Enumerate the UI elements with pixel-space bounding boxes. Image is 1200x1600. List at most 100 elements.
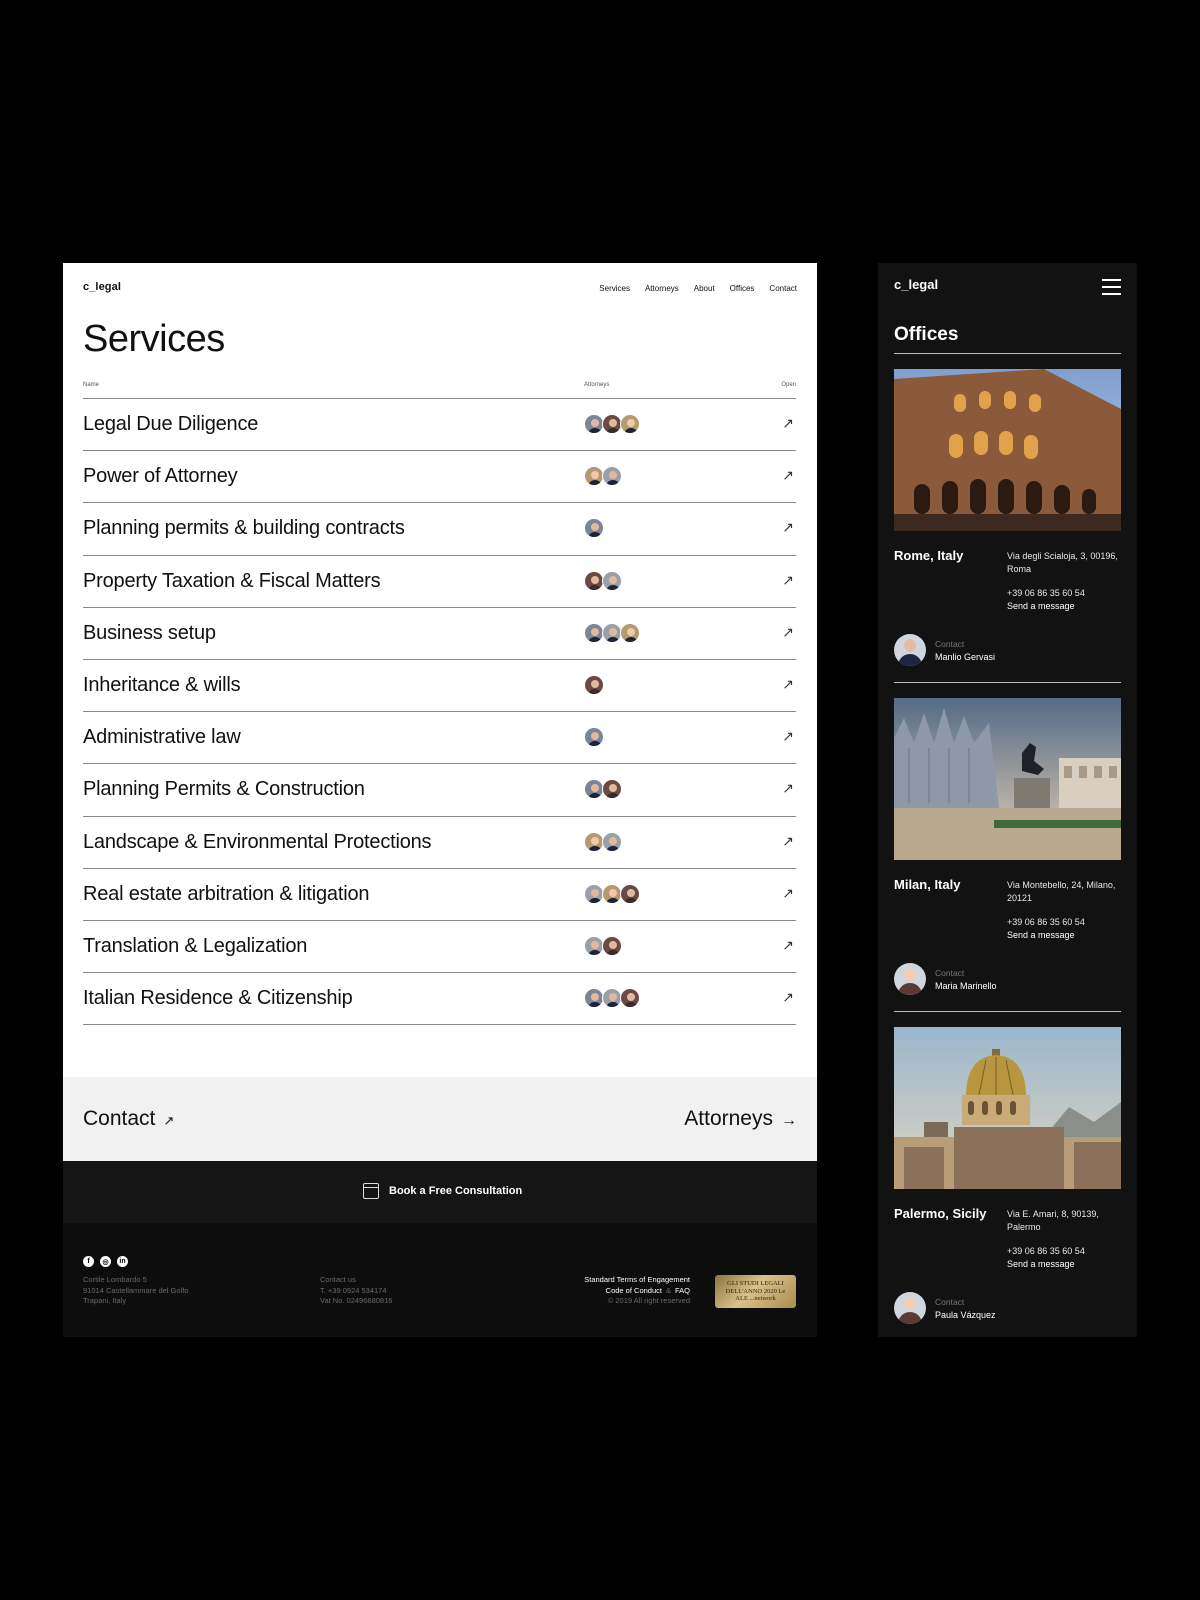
service-row[interactable]: Business setup ↗ [83,608,796,660]
service-row[interactable]: Property Taxation & Fiscal Matters ↗ [83,556,796,608]
arrow-up-right-icon[interactable]: ↗ [782,415,794,432]
attorney-avatar[interactable] [584,988,604,1009]
attorney-avatar[interactable] [584,674,604,695]
logo[interactable]: c_legal [83,281,121,293]
contact-us-link[interactable]: Contact us [320,1275,392,1286]
book-consultation-button[interactable]: Book a Free Consultation [363,1183,522,1199]
service-row[interactable]: Power of Attorney ↗ [83,451,796,504]
send-message-link[interactable]: Send a message [1007,601,1075,611]
contact-link-label: Contact [83,1107,156,1130]
arrow-up-right-icon[interactable]: ↗ [782,780,794,797]
service-row[interactable]: Landscape & Environmental Protections ↗ [83,817,796,869]
service-title[interactable]: Administrative law [83,726,241,749]
attorney-avatar[interactable] [602,883,622,904]
attorney-avatars [584,518,604,539]
footer-contact: Contact us T. +39 0924 534174 Vat No. 02… [320,1275,392,1307]
attorney-avatar[interactable] [584,570,604,591]
arrow-up-right-icon[interactable]: ↗ [782,572,794,589]
attorney-avatar[interactable] [602,935,622,956]
attorney-avatar[interactable] [602,570,622,591]
attorney-avatars [584,622,640,643]
faq-link[interactable]: FAQ [675,1286,690,1295]
service-title[interactable]: Italian Residence & Citizenship [83,987,353,1010]
divider [894,682,1121,683]
service-title[interactable]: Inheritance & wills [83,674,241,697]
arrow-up-right-icon[interactable]: ↗ [782,885,794,902]
service-title[interactable]: Planning permits & building contracts [83,517,405,540]
office-phone[interactable]: +39 06 86 35 60 54 [1007,917,1085,927]
arrow-up-right-icon[interactable]: ↗ [782,467,794,484]
attorney-avatar[interactable] [620,414,640,434]
terms-link[interactable]: Standard Terms of Engagement [584,1275,690,1286]
service-title[interactable]: Power of Attorney [83,465,238,488]
milan-cathedral-image [894,698,1121,860]
code-of-conduct-link[interactable]: Code of Conduct [606,1286,662,1295]
attorney-avatar[interactable] [620,622,640,643]
service-row[interactable]: Administrative law ↗ [83,712,796,765]
arrow-up-right-icon[interactable]: ↗ [782,728,794,745]
attorney-avatar[interactable] [620,988,640,1009]
attorney-avatar[interactable] [602,414,622,434]
linkedin-icon[interactable]: in [117,1256,128,1267]
page-title: Services [83,318,225,360]
arrow-up-right-icon[interactable]: ↗ [782,833,794,850]
service-row[interactable]: Inheritance & wills ↗ [83,660,796,713]
column-header-name: Name [83,382,100,388]
attorney-avatar[interactable] [584,779,604,800]
attorney-avatar[interactable] [584,831,604,852]
service-title[interactable]: Real estate arbitration & litigation [83,883,369,906]
service-title[interactable]: Business setup [83,622,216,645]
service-row[interactable]: Planning permits & building contracts ↗ [83,503,796,556]
attorney-avatar[interactable] [602,466,622,487]
attorney-avatar[interactable] [602,622,622,643]
service-row[interactable]: Planning Permits & Construction ↗ [83,764,796,817]
arrow-up-right-icon[interactable]: ↗ [782,676,794,693]
service-row[interactable]: Translation & Legalization ↗ [83,921,796,974]
contact-link[interactable]: Contact ↗ [83,1107,174,1131]
arrow-up-right-icon[interactable]: ↗ [782,624,794,641]
service-title[interactable]: Planning Permits & Construction [83,778,365,801]
attorney-avatar[interactable] [584,466,604,487]
address-line: Trapani, Italy [83,1296,127,1305]
attorney-avatar[interactable] [602,988,622,1009]
nav-services[interactable]: Services [599,284,630,293]
attorney-avatar[interactable] [620,883,640,904]
service-row[interactable]: Real estate arbitration & litigation ↗ [83,869,796,921]
header: c_legal Services Attorneys About Offices… [83,281,797,301]
office-phone[interactable]: +39 06 86 35 60 54 [1007,1246,1085,1256]
service-title[interactable]: Landscape & Environmental Protections [83,831,432,854]
avatar [894,1292,926,1324]
attorney-avatar[interactable] [584,622,604,643]
attorney-avatar[interactable] [584,414,604,434]
facebook-icon[interactable]: f [83,1256,94,1267]
arrow-up-right-icon[interactable]: ↗ [782,989,794,1006]
service-title[interactable]: Property Taxation & Fiscal Matters [83,570,381,593]
send-message-link[interactable]: Send a message [1007,1259,1075,1269]
hamburger-menu-icon[interactable] [1102,279,1121,295]
service-row[interactable]: Legal Due Diligence ↗ [83,399,796,452]
nav-offices[interactable]: Offices [730,284,755,293]
service-title[interactable]: Translation & Legalization [83,935,307,958]
attorney-avatar[interactable] [602,831,622,852]
attorney-avatar[interactable] [602,779,622,800]
instagram-icon[interactable]: ◎ [100,1256,111,1267]
attorney-avatars [584,674,604,695]
office-phone[interactable]: +39 06 86 35 60 54 [1007,588,1085,598]
arrow-up-right-icon[interactable]: ↗ [782,937,794,954]
arrow-up-right-icon[interactable]: ↗ [782,519,794,536]
service-row[interactable]: Italian Residence & Citizenship ↗ [83,973,796,1026]
mobile-logo[interactable]: c_legal [894,277,938,292]
attorney-avatar[interactable] [584,518,604,539]
nav-contact[interactable]: Contact [769,284,797,293]
divider [894,353,1121,354]
attorney-avatars [584,727,604,748]
attorneys-link[interactable]: Attorneys → [684,1107,797,1131]
attorney-avatar[interactable] [584,935,604,956]
nav-attorneys[interactable]: Attorneys [645,284,679,293]
nav-about[interactable]: About [694,284,715,293]
attorney-avatar[interactable] [584,883,604,904]
service-title[interactable]: Legal Due Diligence [83,413,258,436]
address-line: 91014 Castellammare del Golfo [83,1285,189,1295]
send-message-link[interactable]: Send a message [1007,930,1075,940]
attorney-avatar[interactable] [584,727,604,748]
